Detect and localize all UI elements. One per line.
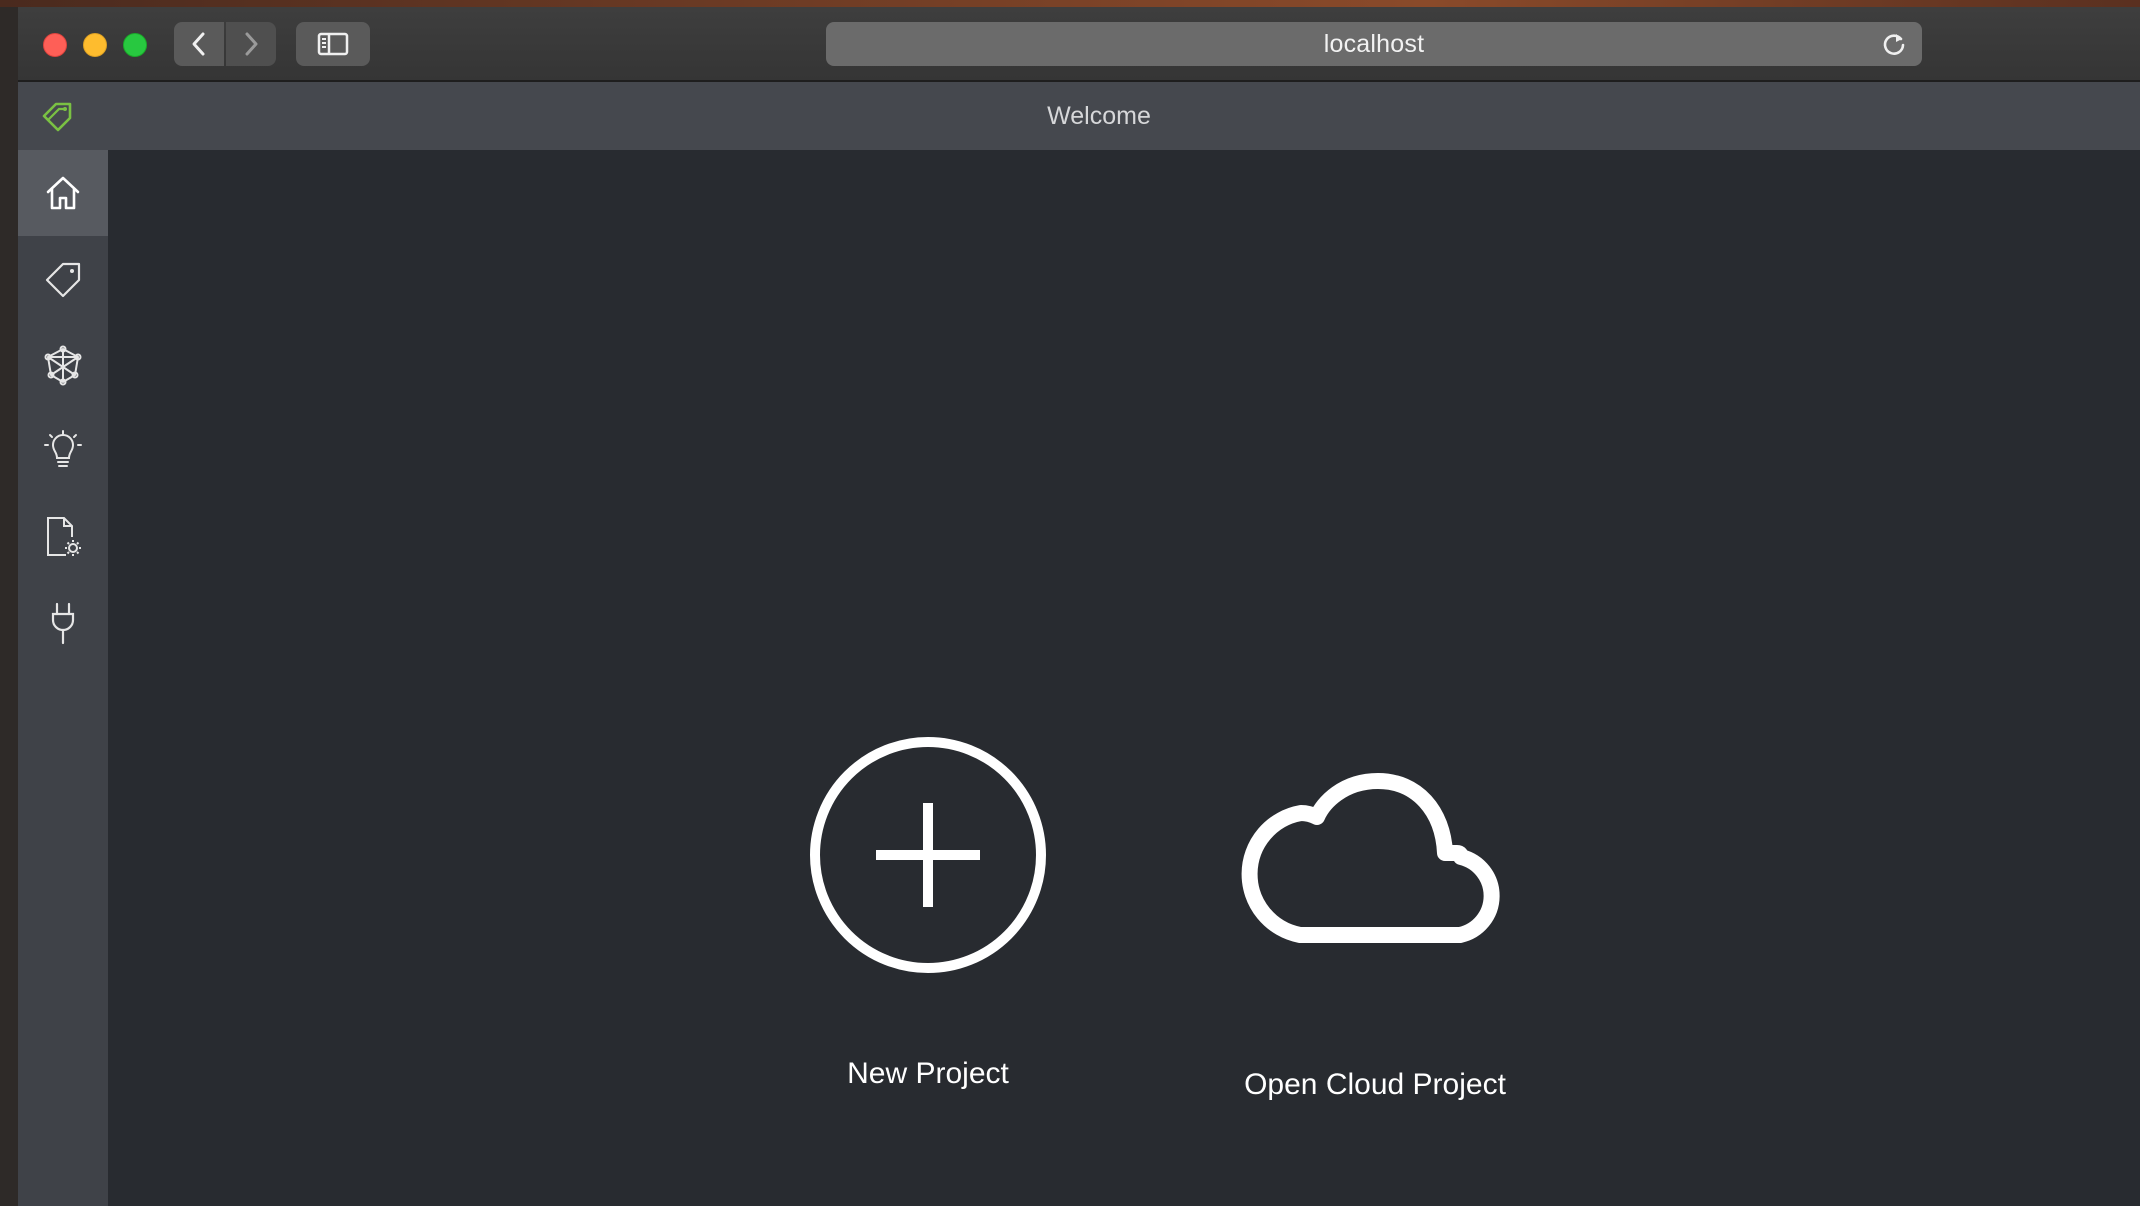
background-window-edge [0, 7, 18, 1206]
zoom-window-button[interactable] [123, 33, 147, 57]
address-bar[interactable]: localhost [826, 22, 1922, 66]
welcome-content: New Project Open Cloud Project [108, 150, 2140, 1206]
document-gear-icon [47, 517, 81, 556]
reload-icon [1883, 34, 1905, 55]
home-icon [46, 176, 80, 210]
plus-circle-icon [810, 737, 1046, 973]
plug-icon [51, 602, 75, 645]
chevron-right-icon [245, 32, 258, 56]
address-url: localhost [1323, 29, 1425, 58]
network-icon [44, 345, 82, 386]
open-cloud-project-button[interactable]: Open Cloud Project [1205, 753, 1545, 1102]
new-project-label: New Project [847, 1057, 1009, 1090]
side-nav-item-export-settings[interactable] [18, 494, 108, 580]
close-window-button[interactable] [43, 33, 67, 57]
minimize-window-button[interactable] [83, 33, 107, 57]
sidebar-toggle-button[interactable] [296, 22, 370, 66]
sidebar-icon [317, 32, 349, 56]
desktop-background-strip [0, 0, 2140, 7]
tag-icon [45, 262, 81, 298]
page-title: Welcome [1047, 102, 1151, 130]
browser-toolbar: localhost [18, 7, 2140, 82]
back-button[interactable] [174, 22, 224, 66]
forward-button[interactable] [226, 22, 276, 66]
browser-window: localhost Welcome New Project Open Cloud… [18, 7, 2140, 1206]
side-nav-item-home[interactable] [18, 150, 108, 236]
cloud-icon [1241, 773, 1500, 943]
reload-button[interactable] [1880, 30, 1908, 58]
new-project-button[interactable]: New Project [768, 735, 1088, 1091]
side-nav-item-model[interactable] [18, 322, 108, 408]
side-nav-item-tags[interactable] [18, 236, 108, 322]
side-nav-item-connections[interactable] [18, 580, 108, 666]
chevron-left-icon [192, 32, 205, 56]
side-nav [18, 150, 108, 1206]
lightbulb-icon [44, 430, 82, 467]
side-nav-item-insights[interactable] [18, 408, 108, 494]
open-cloud-project-label: Open Cloud Project [1244, 1068, 1506, 1101]
app-title-bar: Welcome [18, 82, 2140, 150]
